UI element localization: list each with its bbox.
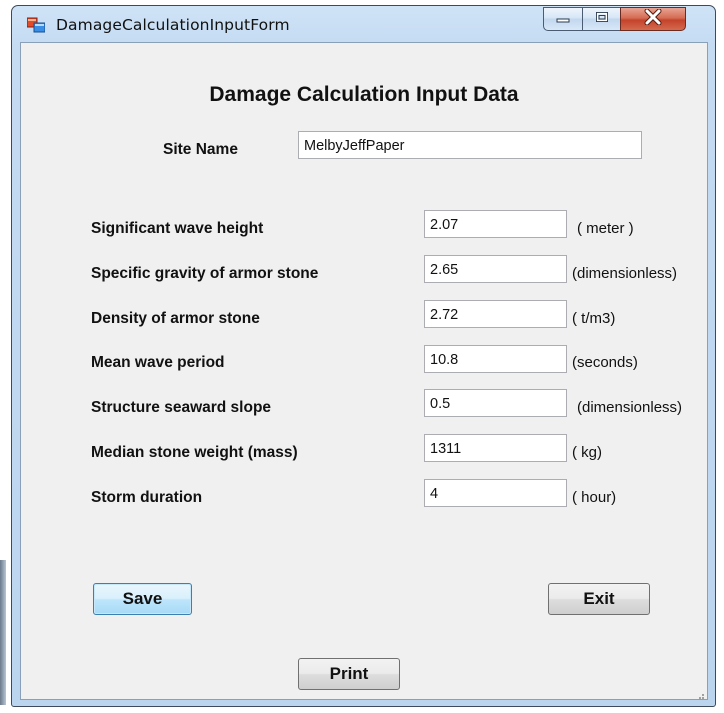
specific-gravity-label: Specific gravity of armor stone — [91, 265, 319, 282]
minimize-icon — [556, 10, 570, 28]
print-button[interactable]: Print — [298, 658, 400, 690]
title-bar[interactable]: DamageCalculationInputForm — [12, 6, 715, 42]
form-heading: Damage Calculation Input Data — [209, 83, 519, 106]
mean-wave-period-label: Mean wave period — [91, 354, 225, 371]
minimize-button[interactable] — [543, 7, 583, 31]
exit-button[interactable]: Exit — [548, 583, 650, 615]
median-stone-weight-unit: ( kg) — [572, 444, 602, 461]
maximize-button[interactable] — [582, 7, 621, 31]
close-button[interactable] — [620, 7, 686, 31]
significant-wave-height-label: Significant wave height — [91, 220, 264, 237]
median-stone-weight-input[interactable] — [424, 434, 567, 462]
site-name-input[interactable] — [298, 131, 642, 159]
app-window: DamageCalculationInputForm Damage Calcul… — [11, 5, 716, 707]
storm-duration-unit: ( hour) — [572, 489, 617, 506]
mean-wave-period-input[interactable] — [424, 345, 567, 373]
significant-wave-height-input[interactable] — [424, 210, 567, 238]
mean-wave-period-unit: (seconds) — [572, 354, 638, 371]
density-label: Density of armor stone — [91, 310, 260, 327]
form-client-area: Damage Calculation Input Data Site Name … — [20, 42, 708, 700]
resize-grip-icon[interactable] — [695, 687, 705, 699]
structure-slope-input[interactable] — [424, 389, 567, 417]
background-edge — [0, 560, 6, 705]
structure-slope-unit: (dimensionless) — [577, 399, 683, 416]
specific-gravity-input[interactable] — [424, 255, 567, 283]
specific-gravity-unit: (dimensionless) — [572, 265, 678, 282]
significant-wave-height-unit: ( meter ) — [577, 220, 634, 237]
storm-duration-input[interactable] — [424, 479, 567, 507]
median-stone-weight-label: Median stone weight (mass) — [91, 444, 298, 461]
structure-slope-label: Structure seaward slope — [91, 399, 272, 416]
density-input[interactable] — [424, 300, 567, 328]
storm-duration-label: Storm duration — [91, 489, 203, 506]
site-name-label: Site Name — [163, 141, 238, 158]
app-form-icon — [26, 17, 46, 33]
maximize-icon — [595, 10, 609, 28]
window-title: DamageCalculationInputForm — [56, 16, 290, 34]
density-unit: ( t/m3) — [572, 310, 616, 327]
save-button[interactable]: Save — [93, 583, 192, 615]
close-icon — [644, 8, 662, 30]
